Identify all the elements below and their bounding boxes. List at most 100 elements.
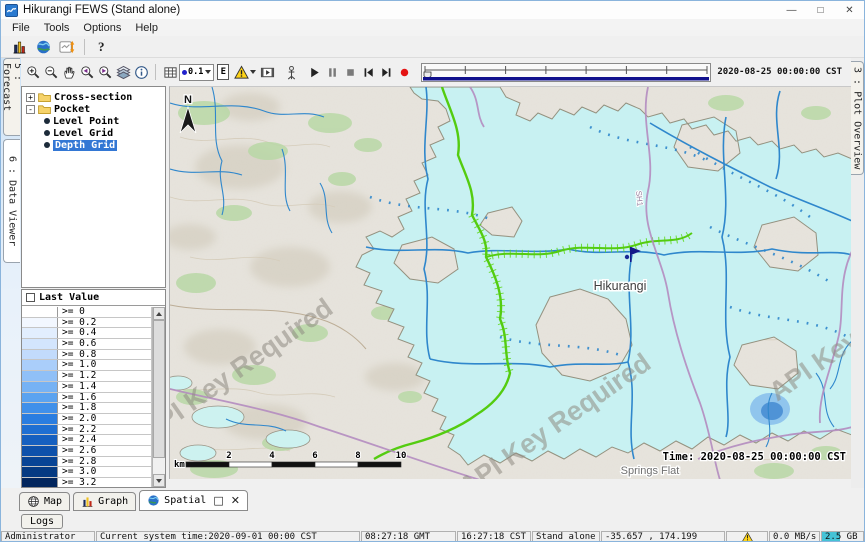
status-system-time: Current system time:2020-09-01 00:00 CST	[96, 531, 360, 542]
legend-row-label: >= 0	[58, 307, 152, 317]
tree-item-label[interactable]: Cross-section	[54, 92, 132, 103]
legend-color-swatch	[22, 478, 58, 488]
chevron-down-icon	[205, 70, 211, 74]
map-view[interactable]: API Key Required API Key Required API Ke…	[169, 86, 851, 479]
bottom-tab-bar: Map Graph Spatial □ ✕	[1, 488, 864, 511]
play-button[interactable]	[305, 62, 323, 82]
scrollbar-thumb[interactable]	[153, 320, 165, 458]
time-slider[interactable]	[421, 63, 711, 82]
legend-row-label: >= 2.2	[58, 425, 152, 435]
menu-item[interactable]: Help	[128, 22, 165, 34]
tab-data-viewer[interactable]: 6 : Data Viewer	[3, 139, 20, 263]
tree-row-cross-section[interactable]: + Cross-section	[22, 91, 165, 103]
bar-chart-icon	[11, 39, 28, 55]
legend-row-label: >= 2.0	[58, 414, 152, 424]
legend-color-swatch	[22, 446, 58, 456]
folder-icon	[38, 104, 51, 114]
legend-color-swatch	[22, 435, 58, 445]
tab-graph[interactable]: Graph	[73, 492, 136, 511]
record-icon	[397, 65, 412, 80]
tree-item-label[interactable]: Level Grid	[53, 128, 113, 139]
area-label: Springs Flat	[621, 465, 680, 477]
zoom-in-button[interactable]	[24, 62, 42, 82]
close-button[interactable]: ✕	[835, 1, 864, 19]
zoom-in-icon	[26, 65, 41, 80]
legend-row[interactable]: >= 2.0	[22, 414, 152, 425]
left-tab-strip: 5 : Forecast 6 : Data Viewer	[1, 58, 21, 488]
minimize-button[interactable]: —	[777, 1, 806, 19]
menu-item[interactable]: Tools	[37, 22, 77, 34]
expand-icon[interactable]: +	[26, 93, 35, 102]
legend-color-swatch	[22, 414, 58, 424]
legend-row-label: >= 1.4	[58, 382, 152, 392]
legend-row-label: >= 1.2	[58, 371, 152, 381]
tree-row-depth-grid[interactable]: Depth Grid	[22, 139, 165, 151]
tab-spatial[interactable]: Spatial □ ✕	[139, 490, 248, 511]
spatial-display-button[interactable]	[55, 37, 79, 57]
arrow-down-icon	[156, 479, 162, 483]
tab-map[interactable]: Map	[19, 492, 70, 511]
help-button[interactable]: ?	[90, 39, 113, 55]
step-forward-button[interactable]	[377, 62, 395, 82]
tab-forecast[interactable]: 5 : Forecast	[3, 58, 20, 136]
pan-button[interactable]	[60, 62, 78, 82]
tree-item-label[interactable]: Pocket	[54, 104, 90, 115]
legend-scrollbar[interactable]	[152, 307, 165, 487]
maximize-button[interactable]: □	[806, 1, 835, 19]
tree-row-pocket[interactable]: - Pocket	[22, 103, 165, 115]
tab-close-button[interactable]: ✕	[231, 494, 240, 507]
step-back-button[interactable]	[359, 62, 377, 82]
gauge-tool-button[interactable]	[282, 62, 300, 82]
info-icon	[134, 65, 149, 80]
logs-button[interactable]: Logs	[21, 514, 63, 529]
pause-button[interactable]	[323, 62, 341, 82]
tree-item-label-selected[interactable]: Depth Grid	[53, 140, 117, 151]
status-warning[interactable]	[726, 531, 768, 542]
app-logo-icon	[5, 4, 18, 17]
step-back-icon	[361, 65, 376, 80]
tree-item-label[interactable]: Level Point	[53, 116, 119, 127]
tree-row-level-grid[interactable]: Level Grid	[22, 127, 165, 139]
legend-row[interactable]: >= 3.2	[22, 478, 152, 488]
status-local-time: 16:27:18 CST	[457, 531, 531, 542]
tree-row-level-point[interactable]: Level Point	[22, 115, 165, 127]
legend-color-swatch	[22, 318, 58, 328]
menu-item[interactable]: File	[5, 22, 37, 34]
record-button[interactable]	[395, 62, 413, 82]
status-gmt-time: 08:27:18 GMT	[361, 531, 456, 542]
warning-threshold-dropdown[interactable]	[232, 62, 258, 82]
layers-button[interactable]	[114, 62, 132, 82]
folder-icon	[38, 92, 51, 102]
globe-icon	[35, 39, 52, 55]
status-user: Administrator	[1, 531, 95, 542]
animation-button[interactable]	[258, 62, 276, 82]
warning-icon	[742, 532, 753, 542]
status-network-rate: 0.0 MB/s	[769, 531, 820, 542]
map-display-button[interactable]	[31, 37, 55, 57]
svg-text:N: N	[184, 94, 192, 106]
zoom-previous-button[interactable]	[78, 62, 96, 82]
tab-plot-overview[interactable]: 3 : Plot Overview	[851, 61, 864, 175]
last-value-checkbox[interactable]	[26, 293, 35, 302]
bullet-icon	[44, 118, 50, 124]
menu-item[interactable]: Options	[76, 22, 128, 34]
bullet-icon	[44, 130, 50, 136]
legend-color-swatch	[22, 382, 58, 392]
graph-display-button[interactable]	[7, 37, 31, 57]
legend-color-swatch	[22, 393, 58, 403]
info-button[interactable]	[132, 62, 150, 82]
grid-icon	[163, 65, 178, 80]
zoom-out-button[interactable]	[42, 62, 60, 82]
stop-button[interactable]	[341, 62, 359, 82]
tab-maximize-button[interactable]: □	[213, 494, 223, 507]
contour-interval-dropdown[interactable]: 0.1	[179, 64, 214, 81]
zoom-next-button[interactable]	[96, 62, 114, 82]
scroll-up-button[interactable]	[153, 307, 165, 320]
collapse-icon[interactable]: -	[26, 105, 35, 114]
scale-ruler-button[interactable]: E	[214, 62, 232, 82]
legend-row[interactable]: >= 1.4	[22, 382, 152, 393]
legend-row-label: >= 0.8	[58, 350, 152, 360]
svg-text:4: 4	[269, 451, 275, 461]
grid-display-button[interactable]	[161, 62, 179, 82]
scroll-down-button[interactable]	[153, 474, 165, 487]
